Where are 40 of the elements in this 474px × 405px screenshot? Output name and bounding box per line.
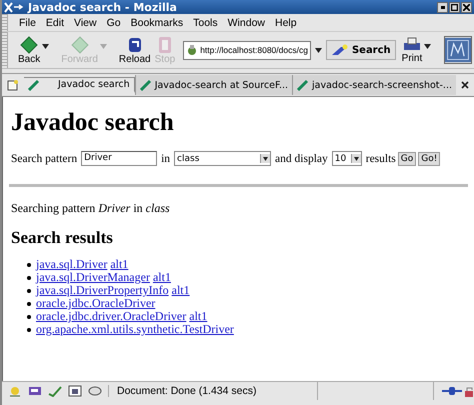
form-label: Search pattern	[11, 152, 78, 164]
search-button[interactable]: Search	[326, 40, 396, 60]
go-button[interactable]: Go	[398, 152, 416, 166]
alt-link[interactable]: alt1	[172, 284, 190, 297]
menu-item[interactable]: File	[16, 16, 43, 28]
window-title: Javadoc search - Mozilla	[28, 0, 178, 14]
reload-button[interactable]: Reload	[116, 36, 153, 64]
browser-tab[interactable]: javadoc-search-screenshot-...	[292, 75, 456, 95]
menu-item[interactable]: Window	[224, 16, 272, 28]
count-select[interactable]: 10	[332, 151, 362, 166]
browser-tab[interactable]: Javadoc-search at SourceF...	[134, 75, 292, 95]
menu-item[interactable]: Go	[104, 16, 128, 28]
alt-link[interactable]: alt1	[152, 271, 171, 284]
form-label: results	[366, 152, 396, 164]
result-link[interactable]: java.sql.Driver	[36, 258, 108, 271]
url-field[interactable]: http://localhost:8080/docs/cg	[183, 40, 311, 60]
form-label: in	[161, 152, 170, 164]
browser-tab[interactable]: Javadoc search	[24, 77, 135, 93]
go-button[interactable]: Go!	[418, 152, 440, 166]
result-link[interactable]: oracle.jdbc.OracleDriver	[36, 297, 156, 310]
result-link[interactable]: org.apache.xml.utils.synthetic.TestDriver	[36, 323, 234, 336]
result-link[interactable]: oracle.jdbc.driver.OracleDriver	[36, 310, 186, 323]
back-button[interactable]: Back	[16, 36, 42, 64]
menu-item[interactable]: Edit	[42, 16, 72, 28]
results-heading: Search results	[11, 228, 114, 248]
page-heading: Javadoc search	[11, 109, 175, 137]
print-button[interactable]: Print	[400, 36, 424, 64]
pattern-input-field[interactable]: Driver	[81, 151, 158, 166]
menu-item[interactable]: Help	[272, 16, 304, 28]
alt-link[interactable]: alt1	[110, 258, 128, 271]
result-link[interactable]: java.sql.DriverManager	[36, 271, 150, 284]
search-summary: Searching pattern Driver in class	[11, 201, 171, 216]
status-text: Document: Done (1.434 secs)	[116, 385, 258, 397]
form-label: and display	[275, 152, 328, 164]
menu-item[interactable]: View	[71, 16, 104, 28]
menu-item[interactable]: Tools	[190, 16, 225, 28]
alt-link[interactable]: alt1	[189, 310, 208, 323]
scope-select[interactable]: class	[174, 151, 272, 166]
result-link[interactable]: java.sql.DriverPropertyInfo	[36, 284, 169, 297]
menu-item[interactable]: Bookmarks	[128, 16, 190, 28]
